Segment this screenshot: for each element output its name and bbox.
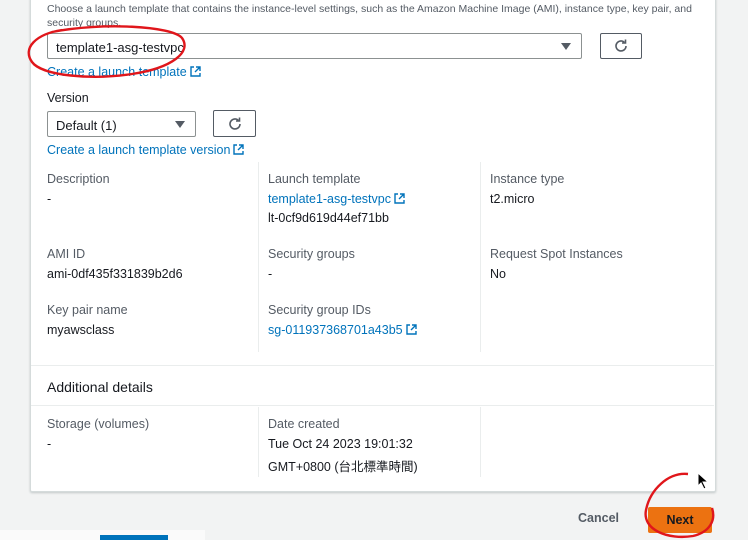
cancel-button[interactable]: Cancel — [578, 511, 619, 525]
launch-template-description: Choose a launch template that contains t… — [47, 3, 692, 29]
column-divider — [258, 407, 259, 477]
version-select[interactable]: Default (1) — [47, 111, 196, 137]
security-group-ids-label: Security group IDs — [268, 303, 371, 317]
request-spot-value: No — [490, 267, 506, 281]
launch-template-selected-value: template1-asg-testvpc — [56, 40, 184, 55]
launch-template-select[interactable]: template1-asg-testvpc — [47, 33, 582, 59]
ami-id-label: AMI ID — [47, 247, 86, 261]
launch-template-id: lt-0cf9d619d44ef71bb — [268, 211, 389, 225]
key-pair-value: myawsclass — [47, 323, 115, 337]
column-divider — [480, 162, 481, 352]
create-launch-template-version-link[interactable]: Create a launch template version — [47, 143, 245, 157]
request-spot-label: Request Spot Instances — [490, 247, 623, 261]
chevron-down-icon — [175, 121, 185, 128]
security-group-id-link[interactable]: sg-011937368701a43b5 — [268, 323, 417, 337]
column-divider — [258, 162, 259, 352]
storage-label: Storage (volumes) — [47, 417, 150, 431]
external-link-icon — [189, 66, 201, 77]
section-divider — [31, 405, 714, 406]
description-value: - — [47, 192, 52, 206]
date-created-line2: GMT+0800 (台北標準時間) — [268, 460, 418, 474]
date-created-line1: Tue Oct 24 2023 19:01:32 — [268, 437, 413, 451]
additional-details-title: Additional details — [47, 379, 153, 395]
refresh-icon — [615, 39, 627, 52]
refresh-icon — [228, 117, 241, 130]
ami-id-value: ami-0df435f331839b2d6 — [47, 267, 183, 281]
date-created-label: Date created — [268, 417, 340, 431]
create-launch-template-link[interactable]: Create a launch template — [47, 65, 201, 79]
column-divider — [480, 407, 481, 477]
instance-type-value: t2.micro — [490, 192, 535, 206]
key-pair-label: Key pair name — [47, 303, 128, 317]
chevron-down-icon — [561, 43, 571, 50]
version-label: Version — [47, 91, 89, 105]
external-link-icon — [394, 193, 405, 204]
refresh-versions-button[interactable] — [213, 110, 256, 137]
bottom-blue-element — [100, 535, 168, 540]
version-selected-value: Default (1) — [56, 118, 117, 133]
security-groups-label: Security groups — [268, 247, 355, 261]
security-groups-value: - — [268, 267, 273, 281]
description-label: Description — [47, 172, 110, 186]
storage-value: - — [47, 437, 52, 451]
section-divider — [31, 365, 714, 366]
next-button[interactable]: Next — [648, 507, 712, 533]
external-link-icon — [405, 324, 417, 335]
launch-template-name-link[interactable]: template1-asg-testvpc — [268, 192, 405, 206]
launch-template-label: Launch template — [268, 172, 361, 186]
refresh-templates-button[interactable] — [600, 33, 642, 59]
external-link-icon — [233, 144, 245, 155]
instance-type-label: Instance type — [490, 172, 565, 186]
